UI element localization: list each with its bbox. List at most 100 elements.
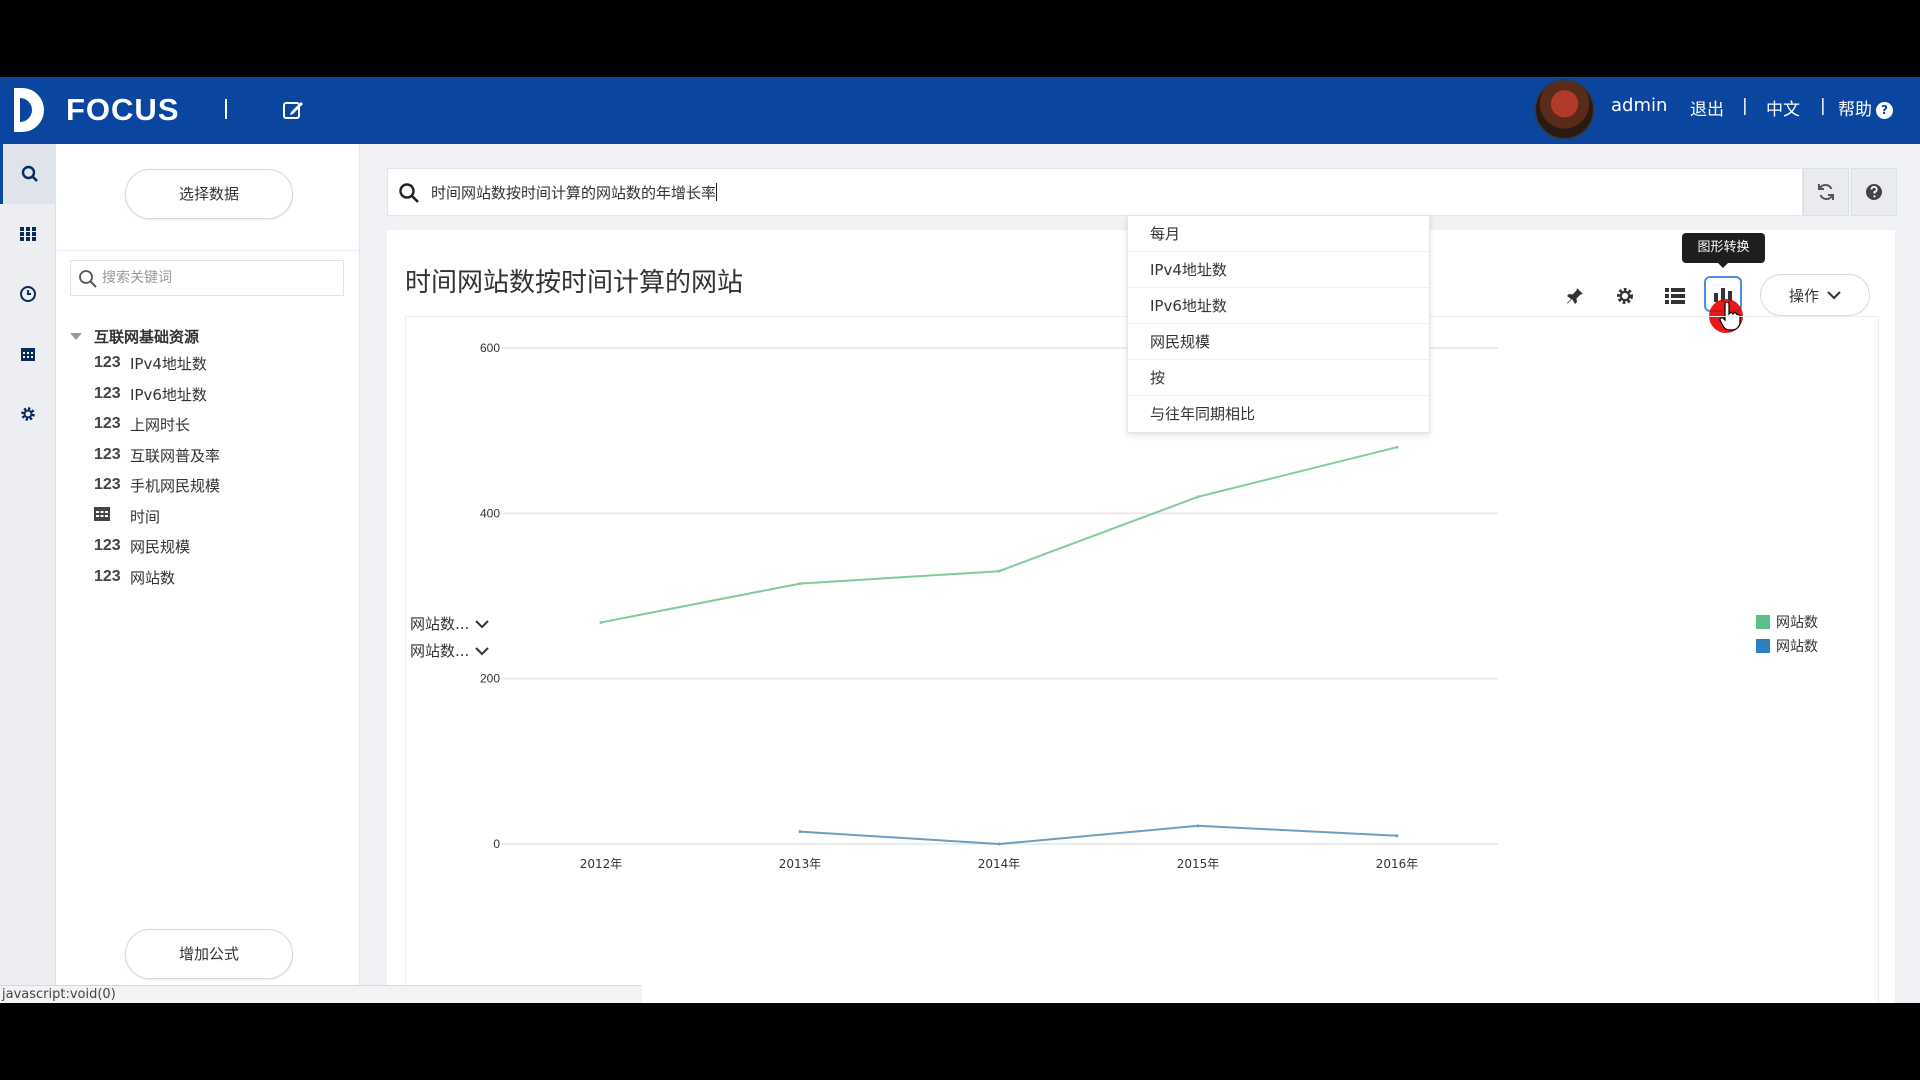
field-label: IPv4地址数 [130,354,207,373]
field-label: 手机网民规模 [130,476,221,495]
field-item[interactable]: 123 IPv4地址数 [94,351,207,375]
tree-root-folder[interactable]: 互联网基础资源 [70,326,199,347]
table-view-button[interactable] [1661,282,1689,310]
grid-icon [20,227,36,241]
numeric-type-icon: 123 [94,415,121,432]
status-bar: javascript:void(0) [0,985,642,1003]
avatar[interactable] [1534,79,1595,140]
refresh-icon [1818,183,1834,201]
help-label: 帮助 [1838,100,1872,120]
data-point [798,830,802,834]
suggestion-item[interactable]: IPv6地址数 [1128,288,1429,324]
search-icon [79,270,97,288]
field-item[interactable]: 时间 [94,504,160,528]
series-line [600,446,1398,624]
chart-card: 时间网站数按时间计算的网站 图形转换 操作 0 200 400 600 2012年 201… [387,215,1895,1003]
data-point [1196,495,1200,499]
data-point [1196,824,1200,828]
calendar-icon [21,348,35,361]
caret-down-icon [70,333,82,340]
data-point [997,569,1001,573]
calendar-icon [94,507,110,521]
y-tick-label: 600 [480,341,500,355]
suggestion-item[interactable]: 每月 [1128,216,1429,252]
x-tick-label: 2016年 [1376,857,1419,871]
panel-divider [56,250,360,251]
select-data-button[interactable]: 选择数据 [125,169,293,219]
data-point [997,842,1001,846]
legend-item[interactable]: 网站数 [1756,612,1818,632]
language-link[interactable]: 中文 [1766,95,1800,120]
search-icon [21,165,38,182]
y-tick-label: 400 [480,506,500,520]
query-text: 时间网站数按时间计算的网站数的年增长率 [431,184,717,202]
numeric-type-icon: 123 [94,568,121,585]
field-item[interactable]: 123 网民规模 [94,534,190,558]
header-divider: | [1820,96,1826,116]
clock-icon [20,286,36,302]
top-header: FOCUS admin 退出 | 中文 | 帮助? [0,77,1920,144]
header-divider [225,99,227,119]
legend-item[interactable]: 网站数 [1756,636,1818,656]
field-item[interactable]: 123 网站数 [94,565,175,589]
logo-mark-icon [14,88,44,132]
numeric-type-icon: 123 [94,537,121,554]
edit-icon[interactable] [282,99,304,121]
suggestion-item[interactable]: IPv4地址数 [1128,252,1429,288]
field-label: IPv6地址数 [130,385,207,404]
gear-icon [1617,288,1633,304]
help-link[interactable]: 帮助? [1838,95,1893,120]
brand-name: FOCUS [66,92,180,127]
pin-icon [1567,288,1583,304]
chevron-down-icon [1827,291,1841,300]
brand-logo[interactable]: FOCUS [10,84,180,136]
x-tick-label: 2015年 [1177,857,1220,871]
data-point [1395,834,1399,838]
keyword-search-box [70,260,344,296]
tree-root-label: 互联网基础资源 [94,328,200,346]
rail-history[interactable] [0,264,56,324]
legend-label: 网站数 [1776,615,1818,631]
legend-swatch [1756,615,1770,629]
query-search-bar[interactable]: 时间网站数按时间计算的网站数的年增长率 [387,168,1803,216]
data-panel: 选择数据 互联网基础资源 123 IPv4地址数 123 IPv6地址数 123 上网… [56,144,360,1003]
rail-dashboard[interactable] [0,204,56,264]
rail-calendar[interactable] [0,324,56,384]
add-formula-button[interactable]: 增加公式 [125,929,293,979]
x-tick-label: 2012年 [580,857,623,871]
numeric-type-icon: 123 [94,354,121,371]
suggestion-item[interactable]: 与往年同期相比 [1128,396,1429,432]
field-item[interactable]: 123 上网时长 [94,412,190,436]
suggestion-item[interactable]: 按 [1128,360,1429,396]
suggestion-item[interactable]: 网民规模 [1128,324,1429,360]
field-item[interactable]: 123 手机网民规模 [94,473,220,497]
y-axis-selector[interactable]: 网站数... [410,640,490,661]
field-label: 互联网普及率 [130,446,221,465]
data-point [798,582,802,586]
field-item[interactable]: 123 IPv6地址数 [94,382,207,406]
rail-settings[interactable] [0,384,56,444]
legend-label: 网站数 [1776,639,1818,655]
settings-button[interactable] [1611,282,1639,310]
pin-button[interactable] [1561,282,1589,310]
help-button[interactable] [1851,168,1897,216]
operations-button[interactable]: 操作 [1760,274,1870,316]
search-icon [399,183,419,203]
field-item[interactable]: 123 互联网普及率 [94,443,220,467]
legend-swatch [1756,639,1770,653]
tooltip-arrow [1717,262,1729,268]
chart-type-tooltip: 图形转换 [1682,233,1765,263]
username[interactable]: admin [1611,95,1667,116]
list-icon [1665,288,1685,304]
numeric-type-icon: 123 [94,446,121,463]
chart-title: 时间网站数按时间计算的网站 [405,268,744,298]
rail-search[interactable] [0,144,56,204]
field-label: 上网时长 [130,415,191,434]
logout-link[interactable]: 退出 [1690,95,1724,120]
y-axis-selector[interactable]: 网站数... [410,613,490,634]
app-window: FOCUS admin 退出 | 中文 | 帮助? 选择数据 搜索关键词 互联网… [0,77,1920,1003]
keyword-search-input[interactable] [102,263,338,293]
left-rail [0,144,56,1003]
refresh-button[interactable] [1803,168,1849,216]
help-icon: ? [1876,102,1893,119]
